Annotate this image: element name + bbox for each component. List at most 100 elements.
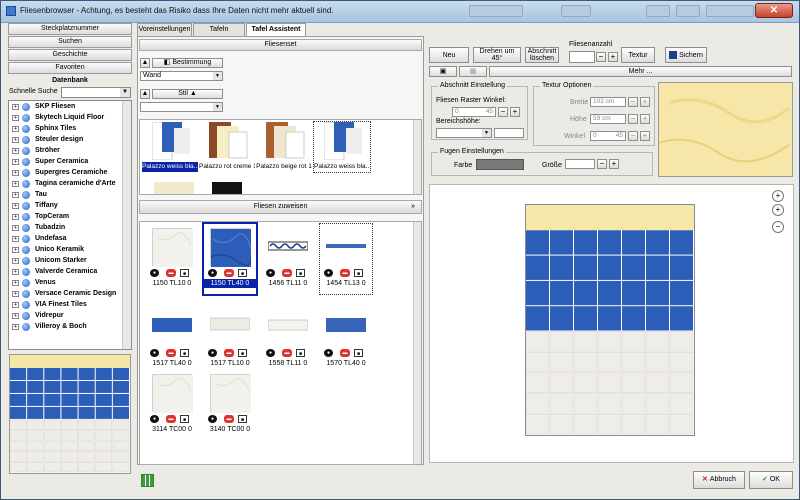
- set-scrollbar[interactable]: [413, 120, 421, 194]
- chevron-down-icon[interactable]: ▼: [213, 103, 222, 111]
- tile-item[interactable]: ● ▬ ■ 1150 TL40 0: [202, 222, 258, 296]
- nav-suchen[interactable]: Suchen: [8, 36, 132, 48]
- expand-icon[interactable]: +: [12, 192, 19, 198]
- expand-icon[interactable]: +: [12, 302, 19, 308]
- expand-icon[interactable]: +: [12, 104, 19, 110]
- collapse-stil-button[interactable]: ▲: [140, 89, 150, 99]
- fliesenanzahl-increment[interactable]: +: [608, 52, 618, 62]
- winkel-input[interactable]: 0 45: [590, 131, 626, 141]
- tile-scrollbar[interactable]: [413, 222, 421, 464]
- manufacturer-item[interactable]: + Vidrepur: [9, 310, 131, 321]
- groesse-decrement[interactable]: −: [597, 159, 607, 169]
- fugen-color-swatch[interactable]: [476, 159, 524, 170]
- tile-item[interactable]: ● ▬ ■ 1558 TL11 0: [262, 304, 314, 374]
- abschnitt-loeschen-button[interactable]: Abschnitt löschen: [525, 47, 559, 63]
- abbruch-button[interactable]: ✕ Abbruch: [693, 471, 745, 489]
- chevron-down-icon[interactable]: ▼: [482, 129, 491, 137]
- manufacturer-item[interactable]: + Super Ceramica: [9, 156, 131, 167]
- manufacturer-item[interactable]: + Versace Ceramic Design: [9, 288, 131, 299]
- expand-icon[interactable]: +: [12, 291, 19, 297]
- tile-item[interactable]: ● ▬ ■ 1454 TL13 0: [319, 223, 373, 295]
- view-mode-button-2[interactable]: ▦: [459, 66, 487, 77]
- expand-icon[interactable]: »: [411, 201, 415, 213]
- manufacturer-item[interactable]: + Tiffany: [9, 200, 131, 211]
- zoom-out-icon[interactable]: −: [772, 221, 784, 233]
- tile-item[interactable]: ● ▬ ■ 1570 TL40 0: [320, 304, 372, 374]
- expand-icon[interactable]: +: [12, 225, 19, 231]
- breite-input[interactable]: 102 cm: [590, 97, 626, 107]
- manufacturer-item[interactable]: + VIA Finest Tiles: [9, 299, 131, 310]
- manufacturer-item[interactable]: + Sphinx Tiles: [9, 123, 131, 134]
- manufacturer-item[interactable]: + Venus: [9, 277, 131, 288]
- bestimmung-select[interactable]: Wand ▼: [140, 71, 223, 81]
- bereich-input[interactable]: [494, 128, 524, 138]
- expand-icon[interactable]: +: [12, 214, 19, 220]
- expand-icon[interactable]: +: [12, 280, 19, 286]
- wall-design-canvas[interactable]: + + −: [429, 184, 794, 463]
- chevron-down-icon[interactable]: ▼: [120, 88, 130, 97]
- expand-icon[interactable]: +: [12, 137, 19, 143]
- expand-icon[interactable]: +: [12, 324, 19, 330]
- stil-button[interactable]: Stil ▲: [152, 89, 223, 99]
- winkel-decrement[interactable]: −: [628, 131, 638, 141]
- set-item[interactable]: Palazzo weiss bla...: [142, 121, 198, 172]
- expand-icon[interactable]: +: [12, 148, 19, 154]
- bereich-select[interactable]: ▼: [436, 128, 492, 138]
- hoehe-increment[interactable]: +: [640, 114, 650, 124]
- sichern-button[interactable]: Sichern: [665, 47, 707, 63]
- tile-item[interactable]: ● ▬ ■ 1150 TL10 0: [146, 224, 198, 294]
- manufacturer-item[interactable]: + Ströher: [9, 145, 131, 156]
- breite-increment[interactable]: +: [640, 97, 650, 107]
- raster-decrement[interactable]: −: [498, 107, 508, 117]
- nav-steckplatznummer[interactable]: Steckplatznummer: [8, 23, 132, 35]
- zoom-in-icon[interactable]: +: [772, 190, 784, 202]
- set-item[interactable]: Palazzo weiss bla...: [313, 121, 371, 173]
- tile-item[interactable]: ● ▬ ■ 1517 TL10 0: [204, 304, 256, 374]
- expand-icon[interactable]: +: [12, 115, 19, 121]
- collapse-bestimmung-button[interactable]: ▲: [140, 58, 150, 68]
- manufacturer-item[interactable]: + Supergres Ceramiche: [9, 167, 131, 178]
- chevron-down-icon[interactable]: ▼: [213, 72, 222, 80]
- tile-item[interactable]: ● ▬ ■ 1517 TL40 0: [146, 304, 198, 374]
- manufacturer-item[interactable]: + Undefasa: [9, 233, 131, 244]
- drehen-button[interactable]: Drehen um 45°: [473, 47, 521, 63]
- manufacturer-item[interactable]: + Skytech Liquid Floor: [9, 112, 131, 123]
- manufacturer-item[interactable]: + Steuler design: [9, 134, 131, 145]
- manufacturer-item[interactable]: + Tau: [9, 189, 131, 200]
- list-scrollbar[interactable]: [122, 101, 131, 349]
- expand-icon[interactable]: +: [12, 126, 19, 132]
- zoom-in-icon-2[interactable]: +: [772, 204, 784, 216]
- hoehe-decrement[interactable]: −: [628, 114, 638, 124]
- manufacturer-item[interactable]: + TopCeram: [9, 211, 131, 222]
- groesse-input[interactable]: [565, 159, 595, 169]
- fliesenanzahl-decrement[interactable]: −: [596, 52, 606, 62]
- tile-item[interactable]: ● ▬ ■ 3114 TC00 0: [146, 370, 198, 440]
- manufacturer-item[interactable]: + Unicom Starker: [9, 255, 131, 266]
- wall-preview[interactable]: [525, 204, 695, 436]
- breite-decrement[interactable]: −: [628, 97, 638, 107]
- expand-icon[interactable]: +: [12, 258, 19, 264]
- textur-button[interactable]: Textur: [621, 47, 655, 63]
- tab-tafeln[interactable]: Tafeln: [193, 23, 245, 36]
- expand-icon[interactable]: +: [12, 236, 19, 242]
- expand-icon[interactable]: +: [12, 313, 19, 319]
- tile-item[interactable]: ● ▬ ■ 1456 TL11 0: [262, 224, 314, 294]
- winkel-increment[interactable]: +: [640, 131, 650, 141]
- manufacturer-item[interactable]: + Valverde Ceramica: [9, 266, 131, 277]
- tab-voreinstellungen[interactable]: Voreinstellungen: [137, 23, 192, 36]
- tab-tafel-assistent[interactable]: Tafel Assistent: [246, 23, 306, 36]
- expand-icon[interactable]: +: [12, 269, 19, 275]
- manufacturer-item[interactable]: + SKP Fliesen: [9, 101, 131, 112]
- set-item[interactable]: Palazzo beige rot 1: [256, 122, 312, 172]
- view-mode-button[interactable]: ▣: [429, 66, 457, 77]
- expand-icon[interactable]: +: [12, 247, 19, 253]
- set-item[interactable]: Palazzo rot creme 1: [199, 122, 255, 172]
- tile-item[interactable]: ● ▬ ■ 3140 TC00 0: [204, 370, 256, 440]
- quick-search-input[interactable]: ▼: [61, 87, 131, 98]
- expand-icon[interactable]: +: [12, 181, 19, 187]
- neu-button[interactable]: Neu: [429, 47, 469, 63]
- stil-select[interactable]: ▼: [140, 102, 223, 112]
- raster-winkel-input[interactable]: 0 45: [452, 107, 496, 117]
- expand-icon[interactable]: +: [12, 159, 19, 165]
- fliesen-zuweisen-bar[interactable]: Fliesen zuweisen »: [139, 200, 422, 214]
